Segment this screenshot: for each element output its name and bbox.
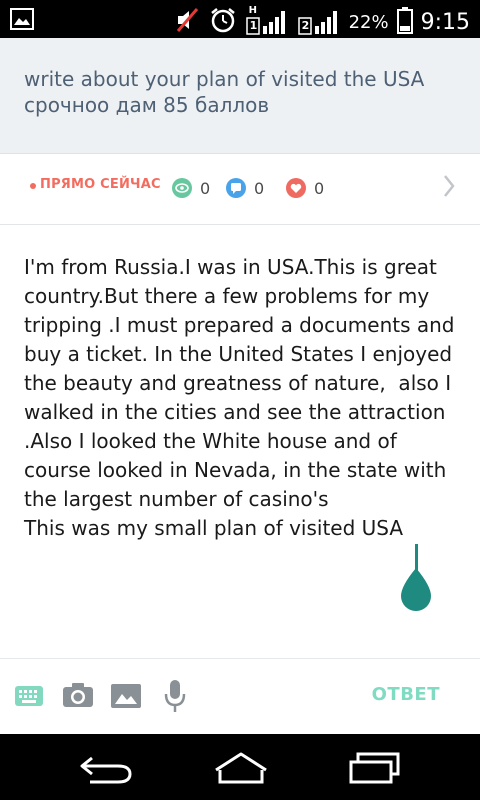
sim2-label: 2	[301, 19, 310, 32]
answer-text: I'm from Russia.I was in USA.This is gre…	[24, 255, 455, 540]
eye-icon	[172, 178, 192, 198]
home-icon[interactable]	[212, 752, 270, 788]
text-cursor-handle[interactable]	[400, 544, 432, 614]
live-label: ПРЯМО СЕЙЧАС	[40, 177, 161, 192]
likes-count: 0	[314, 178, 325, 198]
battery-icon	[396, 6, 413, 38]
comments-count: 0	[254, 178, 265, 198]
battery-percent: 22%	[348, 11, 389, 33]
answer-text-field[interactable]: I'm from Russia.I was in USA.This is gre…	[24, 253, 464, 543]
alarm-icon	[209, 6, 237, 38]
microphone-icon[interactable]	[164, 679, 186, 717]
comments-counter: 0	[226, 178, 264, 198]
live-activity-bar[interactable]: ПРЯМО СЕЙЧАС 0 0 0	[0, 154, 480, 225]
sim1-label: 1	[249, 19, 258, 32]
image-notification-icon	[10, 8, 34, 34]
back-icon[interactable]	[78, 752, 134, 788]
views-counter: 0	[172, 178, 210, 198]
status-time: 9:15	[420, 9, 470, 35]
system-nav-bar	[0, 734, 480, 800]
submit-answer-button[interactable]: ОТВЕТ	[372, 684, 440, 705]
heart-icon	[286, 178, 306, 198]
recent-apps-icon[interactable]	[348, 752, 402, 788]
question-panel: write about your plan of visited the USA…	[0, 38, 480, 154]
status-bar: H 1 2 22% 9:15	[0, 0, 480, 38]
question-text: write about your plan of visited the USA…	[24, 67, 425, 117]
muted-speaker-icon	[175, 7, 201, 37]
network-type-label: H	[248, 5, 257, 16]
signal-icon: H 1	[245, 5, 289, 36]
image-icon[interactable]	[110, 683, 142, 713]
comment-icon	[226, 178, 246, 198]
camera-icon[interactable]	[62, 681, 94, 713]
answer-toolbar: ОТВЕТ	[0, 658, 480, 735]
views-count: 0	[200, 178, 211, 198]
chevron-right-icon[interactable]	[442, 172, 456, 207]
signal-icon: 2	[297, 8, 341, 36]
keyboard-icon[interactable]	[14, 685, 44, 711]
live-indicator-dot	[30, 183, 36, 189]
likes-counter: 0	[286, 178, 324, 198]
